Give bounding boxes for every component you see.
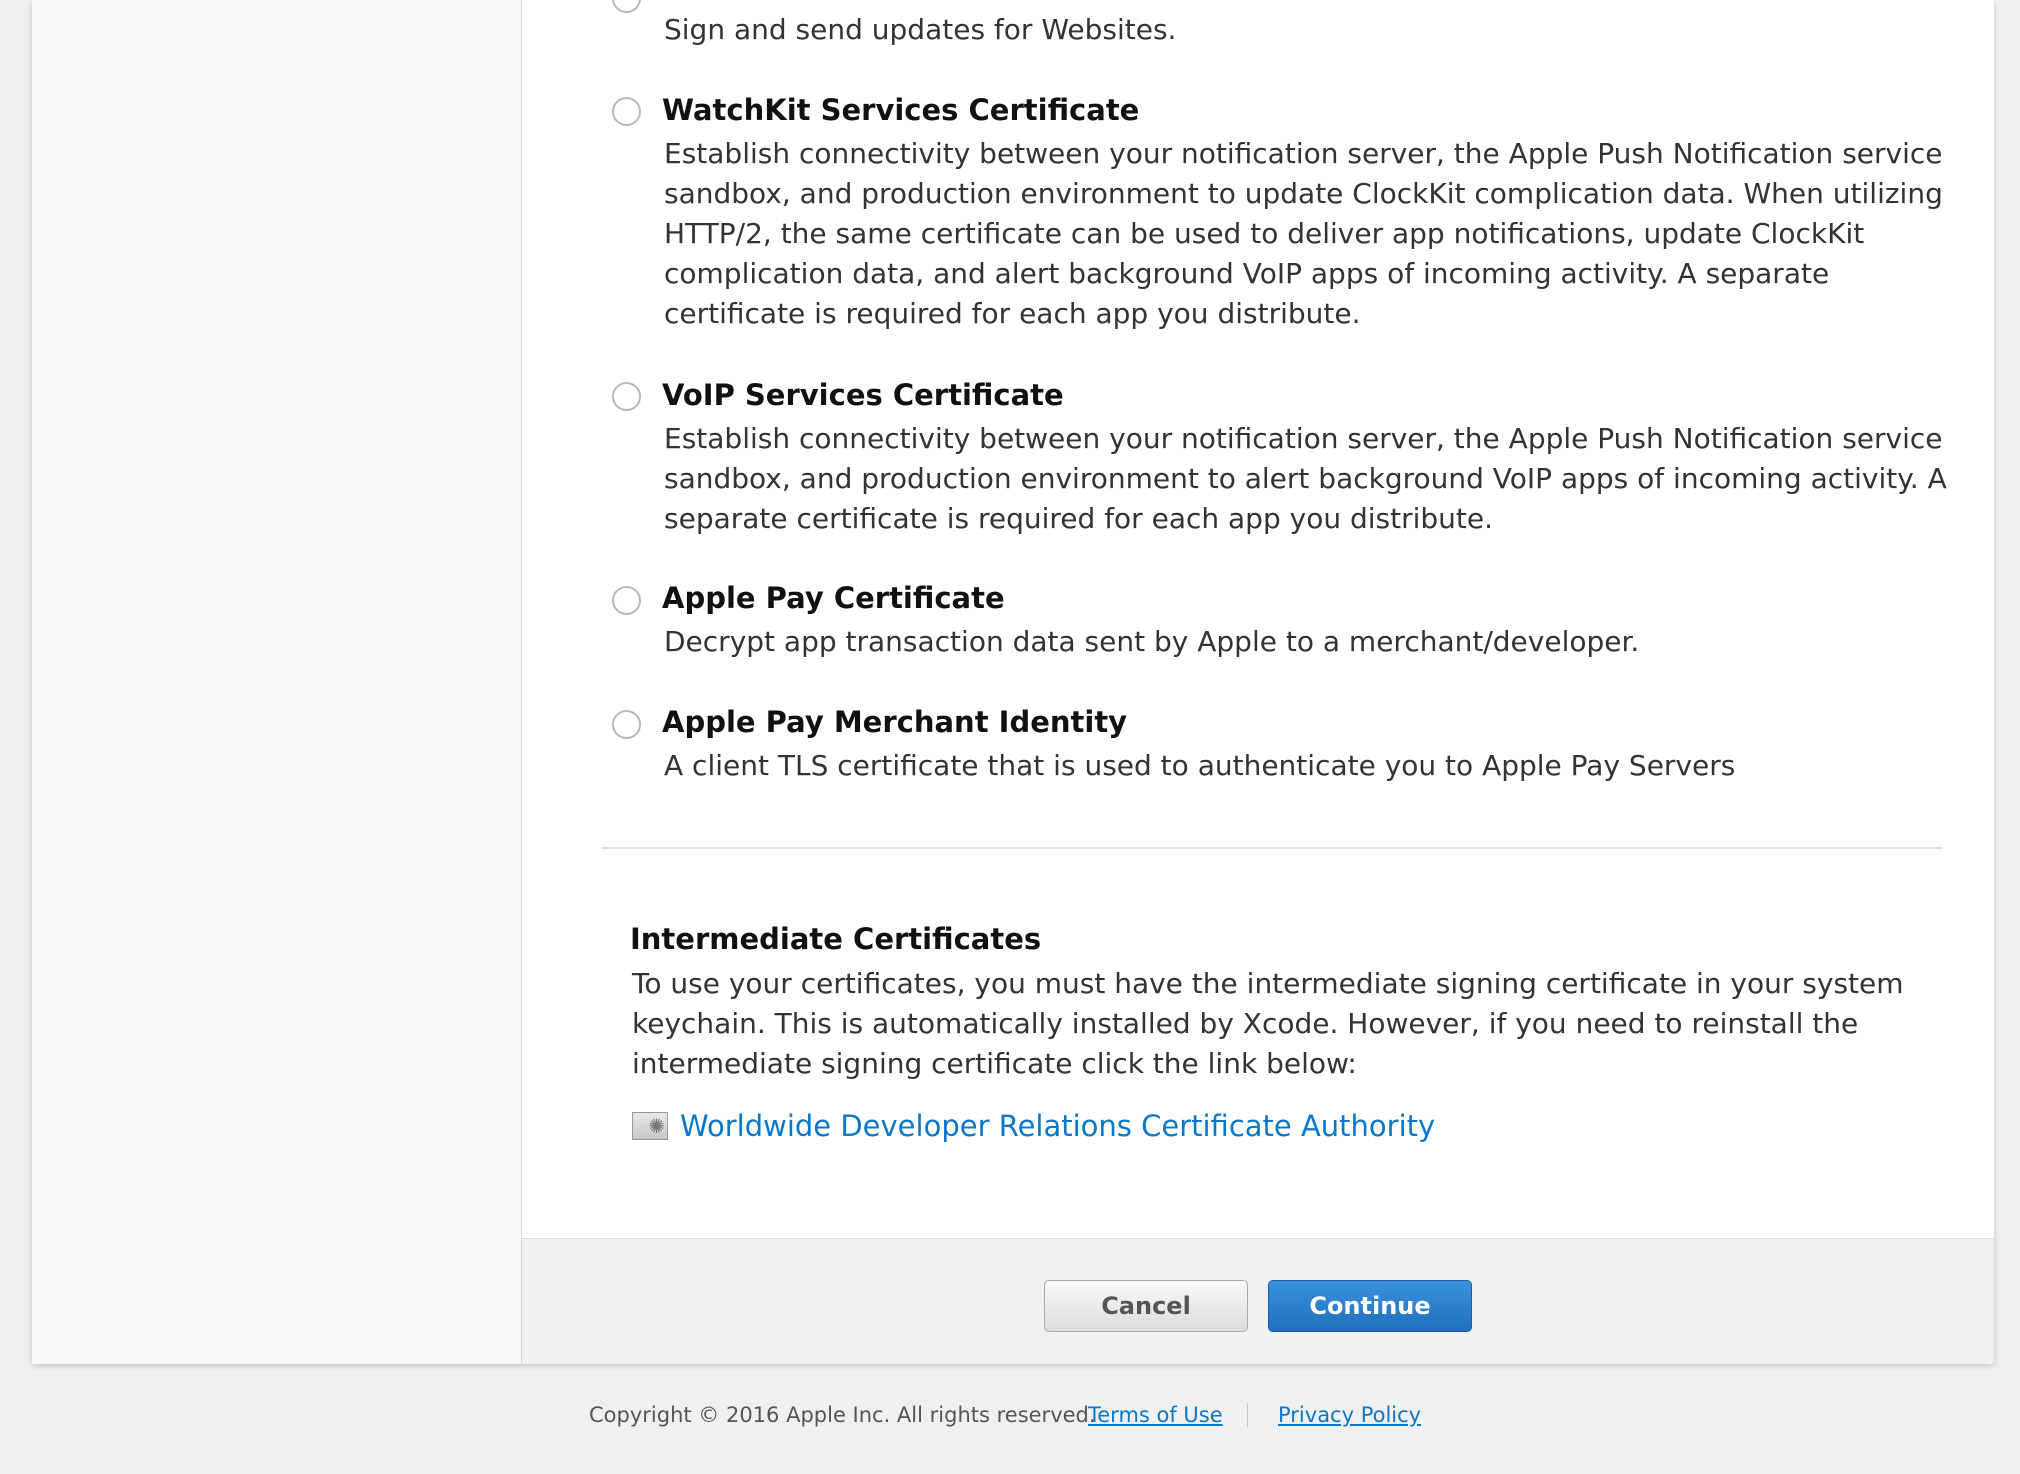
intermediate-certificates-description: To use your certificates, you must have …: [632, 967, 1904, 1080]
content-panel: Sign and send updates for Websites. Watc…: [32, 0, 1994, 1364]
cancel-button[interactable]: Cancel: [1044, 1280, 1248, 1332]
privacy-policy-link[interactable]: Privacy Policy: [1278, 1403, 1421, 1427]
action-bar: [522, 1238, 1994, 1364]
option-description-voip: Establish connectivity between your noti…: [664, 422, 1947, 535]
option-title-apple-pay[interactable]: Apple Pay Certificate: [662, 580, 1005, 616]
option-description-merchant-identity: A client TLS certificate that is used to…: [664, 749, 1736, 782]
option-title-voip[interactable]: VoIP Services Certificate: [662, 377, 1064, 413]
option-title-merchant-identity[interactable]: Apple Pay Merchant Identity: [662, 704, 1127, 740]
option-description: Sign and send updates for Websites.: [664, 13, 1177, 46]
continue-button[interactable]: Continue: [1268, 1280, 1472, 1332]
terms-of-use-link[interactable]: Terms of Use: [1088, 1403, 1223, 1427]
copyright-text: Copyright © 2016 Apple Inc. All rights r…: [589, 1403, 1096, 1427]
certificate-authority-link-row[interactable]: Worldwide Developer Relations Certificat…: [632, 1106, 1435, 1146]
sidebar: [32, 0, 522, 1364]
option-title-watchkit[interactable]: WatchKit Services Certificate: [662, 92, 1139, 128]
radio-apple-pay-merchant-identity[interactable]: [612, 710, 641, 739]
radio-apple-pay-certificate[interactable]: [612, 586, 641, 615]
radio-voip-services[interactable]: [612, 382, 641, 411]
footer-separator: [1247, 1403, 1248, 1427]
option-description-apple-pay: Decrypt app transaction data sent by App…: [664, 625, 1640, 658]
wwdr-certificate-link[interactable]: Worldwide Developer Relations Certificat…: [680, 1109, 1435, 1143]
section-divider: [602, 847, 1942, 849]
certificate-icon: [632, 1112, 668, 1140]
radio-websites-push[interactable]: [612, 0, 641, 13]
option-description-watchkit: Establish connectivity between your noti…: [664, 137, 1943, 330]
radio-watchkit-services[interactable]: [612, 97, 641, 126]
intermediate-certificates-heading: Intermediate Certificates: [630, 922, 1042, 956]
